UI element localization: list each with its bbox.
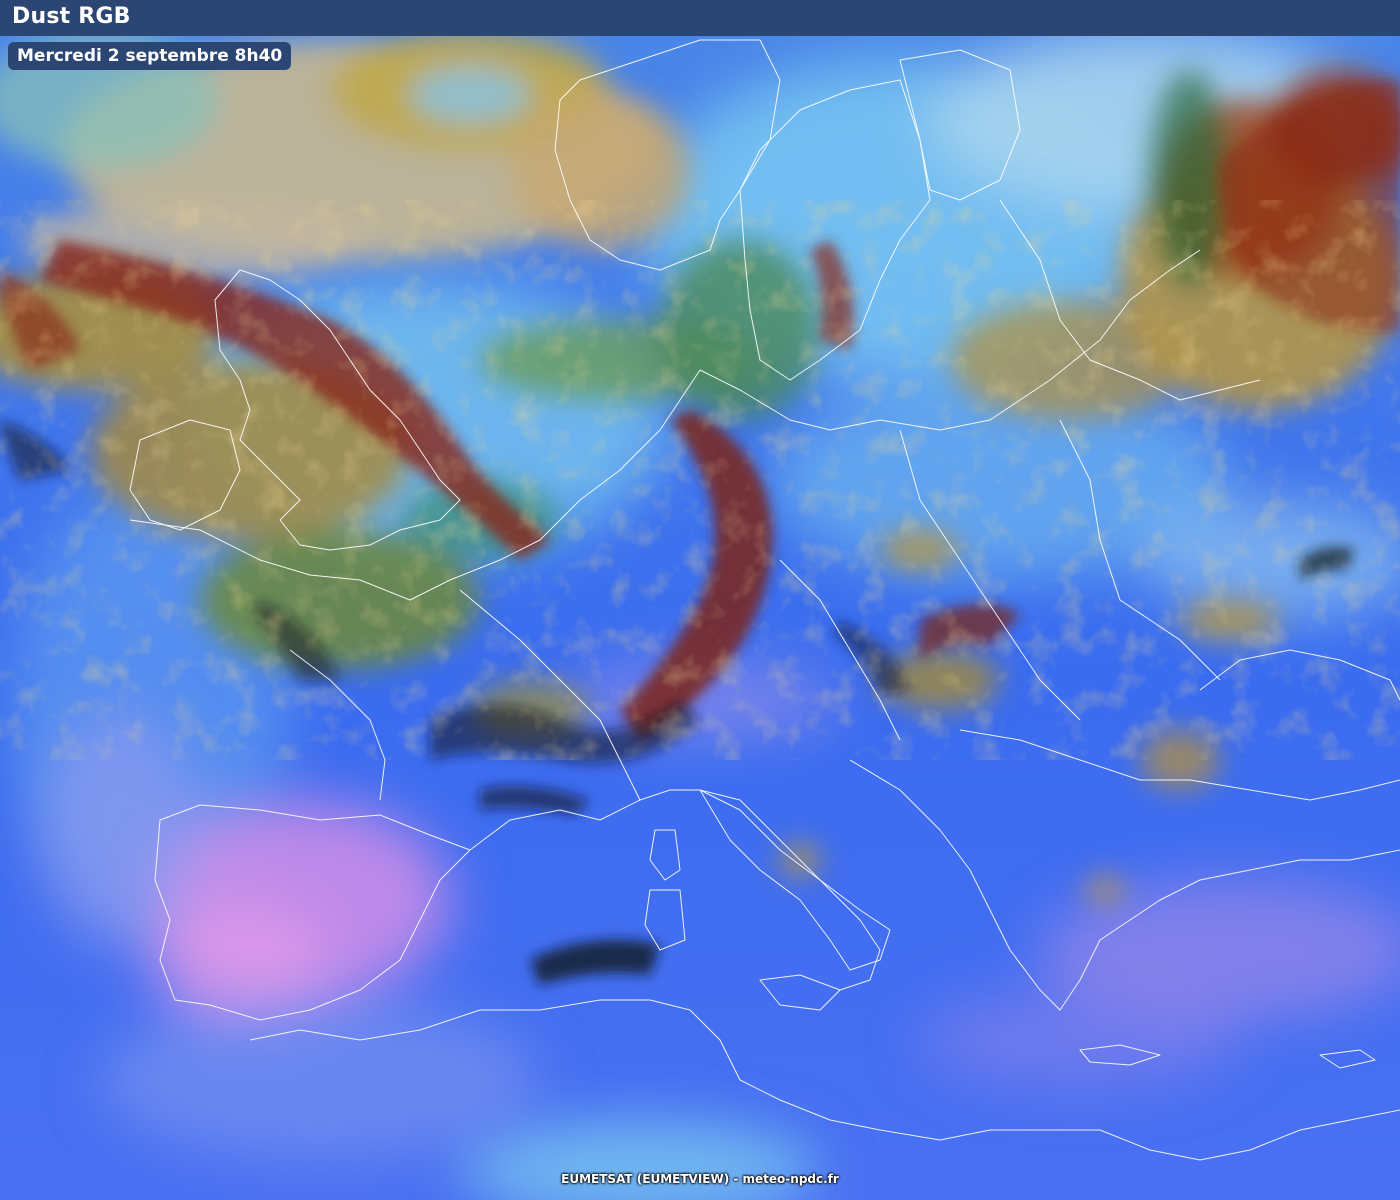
satellite-image: [0, 36, 1400, 1200]
image-credit: EUMETSAT (EUMETVIEW) - meteo-npdc.fr: [561, 1172, 839, 1186]
title-bar: Dust RGB: [0, 0, 1400, 36]
product-title: Dust RGB: [12, 4, 131, 29]
cloud-texture: [0, 200, 1400, 760]
date-time-badge: Mercredi 2 septembre 8h40: [8, 42, 292, 70]
satellite-map: [0, 36, 1400, 1200]
